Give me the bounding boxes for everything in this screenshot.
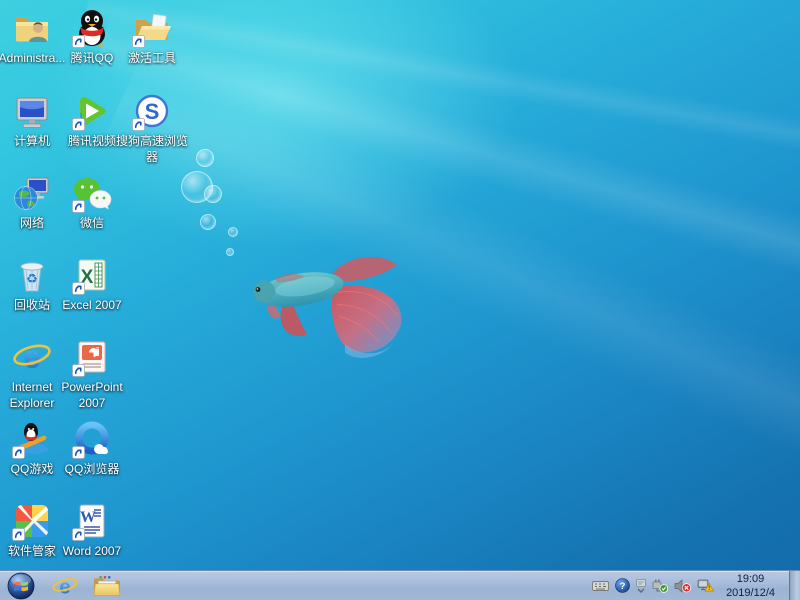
icon-label: Word 2007 — [54, 544, 130, 560]
sogou-s-glyph: S — [145, 99, 160, 124]
exclamation-glyph: ! — [708, 585, 710, 592]
folder-icon — [93, 574, 121, 598]
show-hidden-icons-button[interactable] — [636, 579, 646, 593]
system-tray: ? — [592, 571, 800, 600]
bubble — [196, 149, 214, 167]
desktop-icon-word-2007[interactable]: W Word 2007 — [54, 501, 130, 560]
internet-explorer-icon: e — [52, 573, 78, 599]
bubble — [228, 227, 238, 237]
desktop-icon-activation-tool[interactable]: 激活工具 — [114, 8, 190, 67]
question-mark-glyph: ? — [620, 581, 626, 592]
shortcut-arrow-icon — [12, 528, 25, 541]
icon-label: 搜狗高速浏览器 — [114, 134, 190, 165]
word-w-glyph: W — [80, 509, 96, 526]
bubble — [200, 214, 216, 230]
volume-muted-icon[interactable] — [674, 579, 691, 593]
taskbar-internet-explorer-button[interactable]: e — [50, 571, 80, 600]
help-tray-icon[interactable]: ? — [615, 578, 630, 593]
desktop-icon-powerpoint-2007[interactable]: PowerPoint 2007 — [54, 337, 130, 411]
shortcut-arrow-icon — [72, 364, 85, 377]
taskbar-clock[interactable]: 19:09 2019/12/4 — [720, 571, 781, 600]
keyboard-language-indicator-icon[interactable] — [592, 580, 609, 592]
icon-label: 激活工具 — [114, 51, 190, 67]
taskbar-windows-explorer-button[interactable] — [90, 571, 124, 600]
shortcut-arrow-icon — [132, 118, 145, 131]
icon-label: 微信 — [54, 216, 130, 232]
shortcut-arrow-icon — [72, 118, 85, 131]
usb-safely-remove-icon[interactable] — [652, 578, 668, 593]
shortcut-arrow-icon — [72, 35, 85, 48]
chevron-down-icon — [637, 588, 645, 593]
shortcut-arrow-icon — [72, 200, 85, 213]
desktop-icon-qq-browser[interactable]: QQ浏览器 — [54, 419, 130, 478]
desktop-icon-sogou-browser[interactable]: S 搜狗高速浏览器 — [114, 91, 190, 165]
windows-logo-icon — [7, 572, 35, 600]
icon-label: QQ浏览器 — [54, 462, 130, 478]
shortcut-arrow-icon — [132, 35, 145, 48]
desktop-icon-excel-2007[interactable]: X Excel 2007 — [54, 255, 130, 314]
bubble — [204, 185, 222, 203]
computer-monitor-icon — [12, 91, 52, 131]
recycle-symbol-glyph: ♻ — [26, 272, 38, 287]
desktop-background[interactable]: Administra... 腾讯QQ — [0, 0, 800, 600]
taskbar: e — [0, 570, 800, 600]
recycle-bin-icon: ♻ — [12, 255, 52, 295]
wallpaper-light-ray — [84, 0, 800, 171]
hidden-tray-mini-icon — [636, 579, 646, 587]
shortcut-arrow-icon — [72, 446, 85, 459]
clock-time: 19:09 — [737, 573, 765, 587]
shortcut-arrow-icon — [12, 446, 25, 459]
network-status-warning-icon[interactable]: ! — [697, 579, 714, 593]
internet-explorer-icon: e — [12, 337, 52, 377]
start-button[interactable] — [4, 571, 38, 600]
bubble — [226, 248, 234, 256]
show-desktop-button[interactable] — [789, 571, 800, 600]
icon-label: PowerPoint 2007 — [54, 380, 130, 411]
desktop-icon-wechat[interactable]: 微信 — [54, 173, 130, 232]
shortcut-arrow-icon — [72, 528, 85, 541]
clock-date: 2019/12/4 — [726, 587, 775, 600]
network-globe-icon — [12, 173, 52, 213]
wallpaper-light-ray — [101, 58, 800, 486]
betta-fish-icon — [245, 243, 415, 361]
shortcut-arrow-icon — [72, 282, 85, 295]
user-folder-icon — [12, 8, 52, 48]
ie-e-glyph: e — [23, 339, 41, 375]
icon-label: Excel 2007 — [54, 298, 130, 314]
